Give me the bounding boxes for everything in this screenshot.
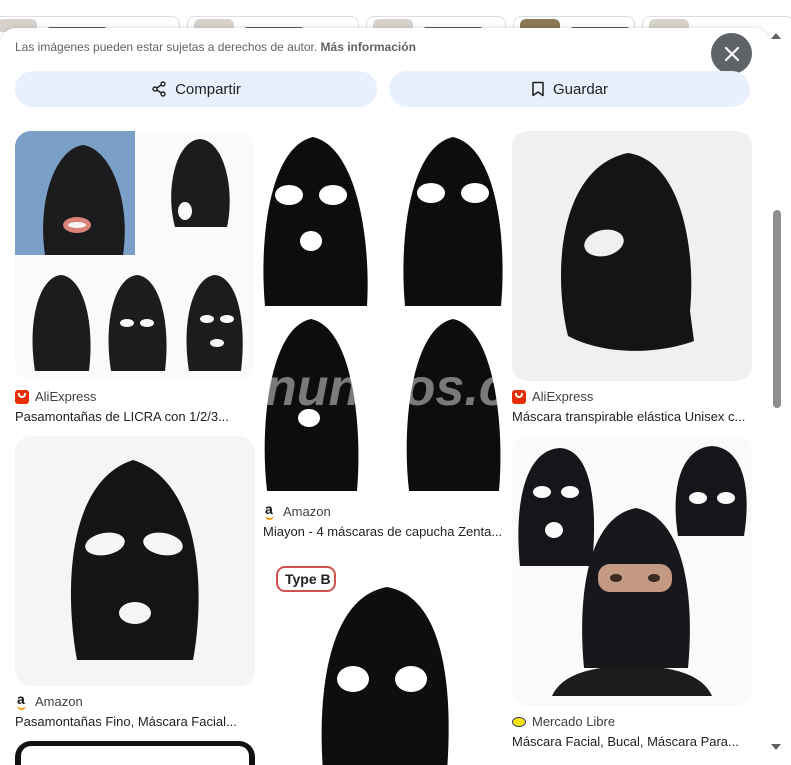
result-title[interactable]: Pasamontañas de LICRA con 1/2/3...: [15, 409, 255, 424]
result-image[interactable]: [263, 131, 503, 496]
result-title[interactable]: Miayon - 4 máscaras de capucha Zenta...: [263, 524, 503, 539]
result-card[interactable]: Mercado Libre Máscara Facial, Bucal, Más…: [512, 436, 752, 761]
image-viewer-panel: Las imágenes pueden estar sujetas a dere…: [0, 28, 770, 765]
scroll-up-arrow-icon[interactable]: [771, 33, 781, 39]
source-name: AliExpress: [532, 389, 594, 404]
result-image[interactable]: [15, 131, 255, 381]
share-button[interactable]: Compartir: [15, 71, 377, 107]
close-icon: [724, 46, 739, 61]
result-card[interactable]: Type B: [263, 551, 503, 765]
result-source: Mercado Libre: [512, 714, 615, 729]
amazon-icon: [263, 501, 277, 520]
type-badge: Type B: [285, 571, 331, 587]
result-card[interactable]: AliExpress Pasamontañas de LICRA con 1/2…: [15, 131, 255, 431]
amazon-icon: [15, 691, 29, 710]
scroll-down-arrow-icon[interactable]: [771, 744, 781, 750]
bookmark-icon: [532, 81, 544, 97]
result-card[interactable]: Amazon Pasamontañas Fino, Máscara Facial…: [15, 436, 255, 736]
source-name: Amazon: [35, 694, 83, 709]
copyright-text: Las imágenes pueden estar sujetas a dere…: [15, 40, 318, 54]
source-name: AliExpress: [35, 389, 97, 404]
result-image[interactable]: [15, 436, 255, 686]
save-button[interactable]: Guardar: [389, 71, 750, 107]
more-info-link[interactable]: Más información: [321, 40, 416, 54]
share-label: Compartir: [175, 80, 241, 98]
result-source: AliExpress: [15, 389, 96, 404]
scrollbar-thumb[interactable]: [773, 210, 781, 408]
result-card[interactable]: AliExpress Máscara transpirable elástica…: [512, 131, 752, 431]
aliexpress-icon: [15, 389, 29, 404]
result-title[interactable]: Pasamontañas Fino, Máscara Facial...: [15, 714, 255, 729]
mercadolibre-icon: [512, 714, 526, 729]
result-source: AliExpress: [512, 389, 593, 404]
result-image[interactable]: [15, 741, 255, 765]
aliexpress-icon: [512, 389, 526, 404]
share-icon: [152, 81, 166, 97]
result-source: Amazon: [15, 691, 83, 710]
copyright-notice: Las imágenes pueden estar sujetas a dere…: [15, 40, 416, 54]
save-label: Guardar: [552, 80, 609, 98]
result-card[interactable]: [15, 741, 255, 765]
result-image[interactable]: [512, 436, 752, 706]
result-card[interactable]: Amazon Miayon - 4 máscaras de capucha Ze…: [263, 131, 503, 541]
source-name: Amazon: [283, 504, 331, 519]
result-title[interactable]: Máscara transpirable elástica Unisex c..…: [512, 409, 752, 424]
source-name: Mercado Libre: [532, 714, 616, 729]
result-title[interactable]: Máscara Facial, Bucal, Máscara Para...: [512, 734, 752, 749]
result-image[interactable]: [512, 131, 752, 381]
result-source: Amazon: [263, 501, 331, 520]
scrollbar[interactable]: [770, 28, 791, 765]
close-button[interactable]: [711, 33, 752, 74]
